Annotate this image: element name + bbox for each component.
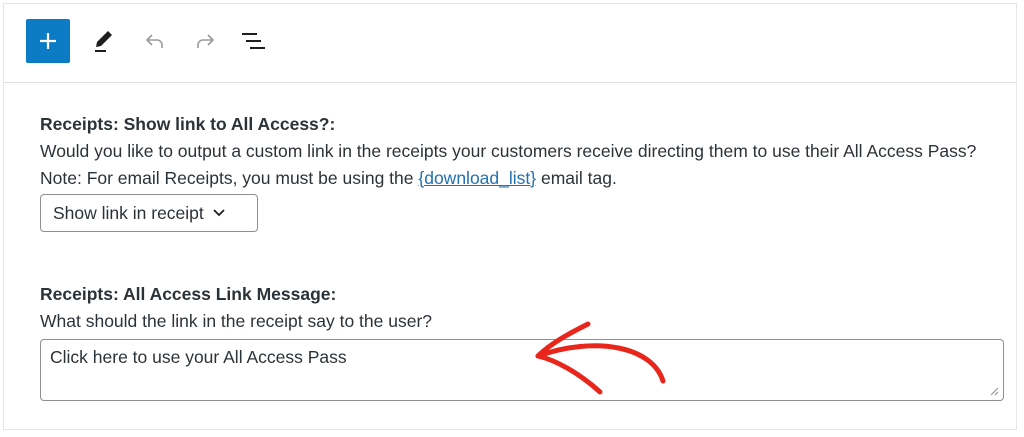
undo-button[interactable] xyxy=(140,26,170,56)
show-link-label: Receipts: Show link to All Access?: xyxy=(40,114,336,134)
editor-panel: Receipts: Show link to All Access?: Woul… xyxy=(3,3,1017,430)
link-message-description: What should the link in the receipt say … xyxy=(40,311,433,331)
redo-icon xyxy=(197,34,215,48)
show-link-description: Would you like to output a custom link i… xyxy=(40,138,1000,192)
download-list-link[interactable]: {download_list} xyxy=(418,168,536,188)
list-view-icon xyxy=(242,33,265,49)
add-block-button[interactable] xyxy=(26,19,70,63)
link-message-textarea[interactable]: Click here to use your All Access Pass xyxy=(40,339,1004,401)
pencil-icon xyxy=(95,31,112,52)
chevron-down-icon xyxy=(212,208,226,218)
plus-icon xyxy=(40,33,56,49)
resize-handle-icon[interactable] xyxy=(989,386,999,396)
link-message-value: Click here to use your All Access Pass xyxy=(50,347,347,367)
editor-toolbar xyxy=(4,4,1016,83)
link-message-label: Receipts: All Access Link Message: xyxy=(40,284,337,304)
show-link-select[interactable]: Show link in receipt xyxy=(40,194,258,232)
show-link-description-tail: email tag. xyxy=(536,168,617,188)
undo-icon xyxy=(145,34,163,48)
annotation-arrow-icon xyxy=(535,321,666,395)
edit-button[interactable] xyxy=(89,26,119,56)
list-view-button[interactable] xyxy=(238,26,268,56)
show-link-select-value: Show link in receipt xyxy=(53,202,204,223)
redo-button[interactable] xyxy=(190,26,220,56)
